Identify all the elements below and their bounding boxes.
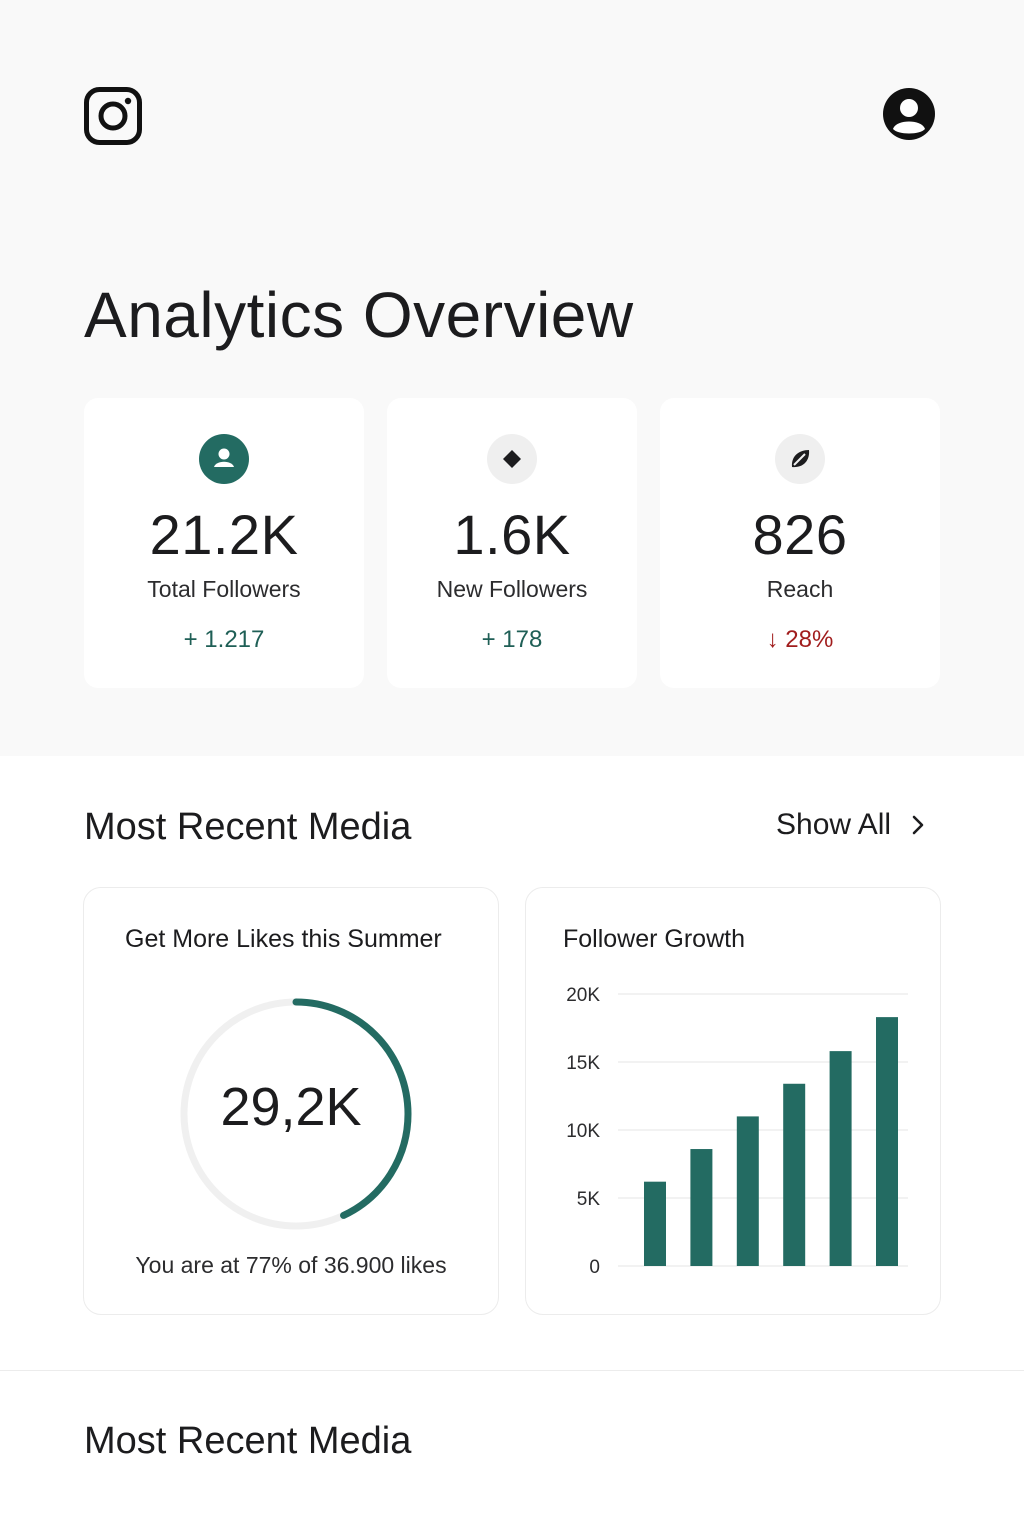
diamond-icon [487, 434, 537, 484]
follower-growth-card[interactable]: Follower Growth 0 5K 10K 15K 20K [525, 887, 941, 1315]
stat-change: + 1.217 [183, 626, 265, 653]
stat-card-new-followers: 1.6K New Followers + 178 [387, 398, 637, 688]
chart-bar [876, 1017, 898, 1266]
section-title-recent-media-2: Most Recent Media [84, 1420, 412, 1462]
section-divider [0, 1370, 1024, 1371]
person-icon [199, 434, 249, 484]
stat-change: + 178 [481, 626, 543, 653]
y-tick-label: 20K [566, 985, 600, 1006]
y-tick-label: 10K [566, 1121, 600, 1142]
chart-bar [783, 1083, 806, 1266]
instagram-icon[interactable] [84, 87, 142, 145]
show-all-button[interactable]: Show All [776, 808, 929, 842]
chart-bar [690, 1149, 713, 1266]
card-title: Follower Growth [563, 925, 745, 953]
chart-bar [829, 1051, 852, 1266]
stat-label: Reach [766, 576, 834, 602]
chart-bar [644, 1181, 666, 1266]
likes-value: 29,2K [220, 1077, 362, 1137]
y-tick-label: 5K [577, 1189, 601, 1210]
stat-card-total-followers: 21.2K Total Followers + 1.217 [84, 398, 364, 688]
stat-card-reach: 826 Reach ↓ 28% [660, 398, 940, 688]
section-title-recent-media: Most Recent Media [84, 806, 412, 848]
stat-change: ↓ 28% [766, 626, 834, 653]
page-title: Analytics Overview [84, 279, 634, 351]
stat-label: New Followers [436, 576, 588, 602]
chart-bar [736, 1116, 759, 1266]
follower-growth-chart: 0 5K 10K 15K 20K [566, 985, 908, 1278]
user-circle-icon[interactable] [882, 87, 936, 141]
likes-caption: You are at 77% of 36.900 likes [135, 1252, 447, 1278]
stat-value: 1.6K [453, 503, 571, 566]
overview-section: Analytics Overview 21.2K Total Followers… [0, 0, 1024, 756]
y-tick-label: 0 [589, 1257, 600, 1278]
stat-value: 21.2K [149, 503, 299, 566]
y-tick-label: 15K [566, 1053, 600, 1074]
stat-value: 826 [752, 503, 848, 566]
likes-goal-card[interactable]: Get More Likes this Summer 29,2K You are… [83, 887, 499, 1315]
stat-label: Total Followers [147, 576, 301, 602]
leaf-icon [775, 434, 825, 484]
card-title: Get More Likes this Summer [125, 925, 442, 953]
chevron-right-icon [912, 815, 924, 835]
show-all-label: Show All [776, 808, 892, 841]
